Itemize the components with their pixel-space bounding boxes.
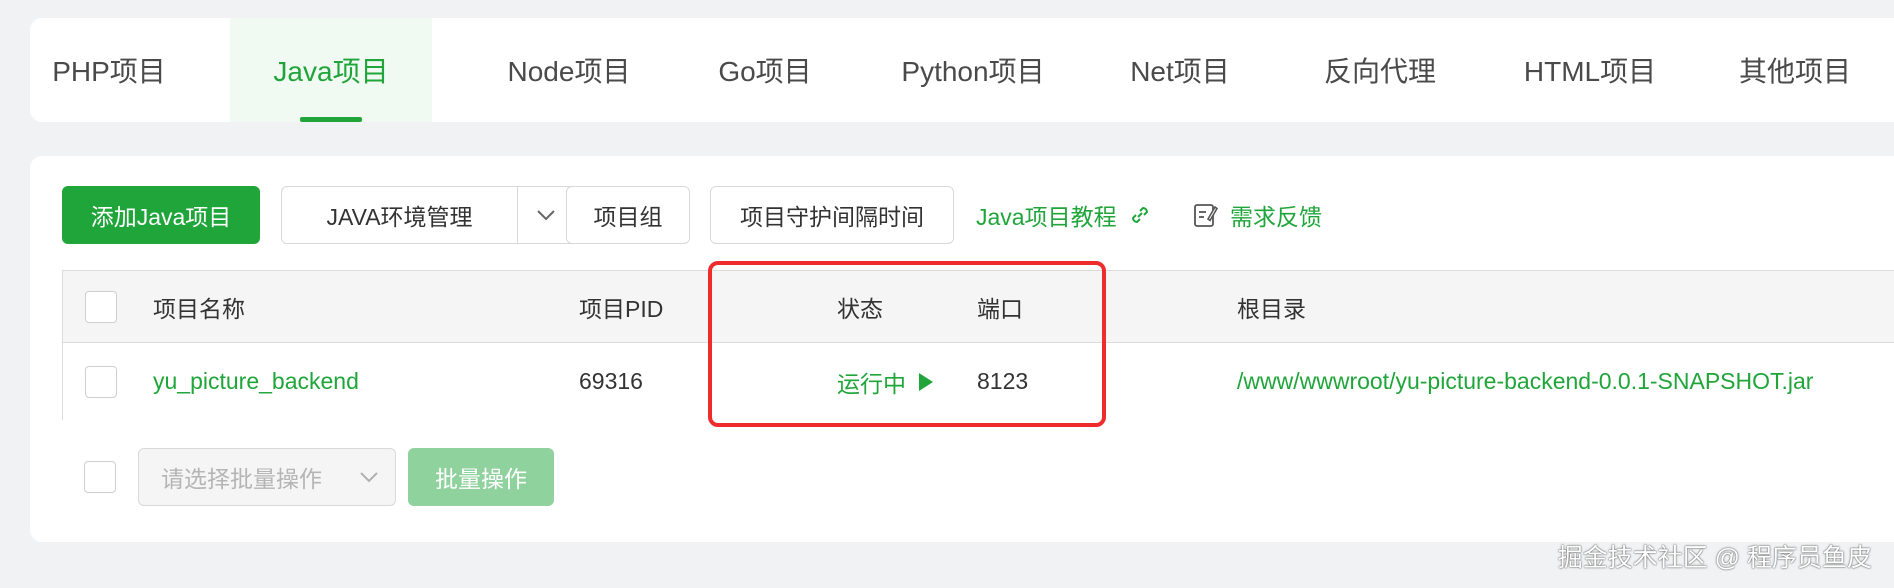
button-label: 批量操作	[435, 466, 527, 492]
project-list-panel: 添加Java项目 JAVA环境管理 项目组 项目守护间隔时间 Java项目教程	[30, 156, 1894, 542]
guard-interval-button[interactable]: 项目守护间隔时间	[710, 186, 954, 244]
header-name[interactable]: 项目名称	[153, 271, 245, 342]
page: PHP项目 Java项目 Node项目 Go项目 Python项目 Net项目 …	[0, 0, 1894, 588]
active-tab-indicator	[300, 117, 362, 122]
row-select-cell	[85, 343, 117, 420]
feedback-link[interactable]: 需求反馈	[1192, 186, 1322, 244]
tab-label: HTML项目	[1523, 56, 1657, 87]
tab-java[interactable]: Java项目	[230, 18, 432, 122]
add-java-project-button[interactable]: 添加Java项目	[62, 186, 260, 244]
tab-label: Node项目	[507, 56, 631, 87]
project-pid: 69316	[579, 368, 643, 394]
edit-note-icon	[1194, 204, 1218, 227]
header-status: 状态	[837, 295, 883, 322]
tab-other[interactable]: 其他项目	[1700, 18, 1890, 122]
button-label: 项目组	[593, 204, 663, 230]
batch-checkbox[interactable]	[84, 461, 116, 493]
project-port: 8123	[977, 368, 1029, 394]
watermark: 掘金技术社区 @ 程序员鱼皮	[1557, 544, 1872, 572]
header-pid: 项目PID	[579, 295, 664, 322]
project-status[interactable]: 运行中	[837, 343, 936, 420]
link-icon	[1131, 206, 1148, 224]
tab-label: Net项目	[1130, 56, 1230, 87]
java-env-button[interactable]: JAVA环境管理	[282, 187, 518, 243]
header-port: 端口	[977, 295, 1023, 322]
table-header: 项目名称 项目PID 状态 端口 根目录	[63, 271, 1894, 343]
batch-select-all-cell	[84, 461, 116, 493]
tab-label: Java项目	[273, 56, 389, 87]
table-row: yu_picture_backend 69316 运行中 8123 /www/w…	[63, 343, 1894, 420]
tab-label: Go项目	[718, 56, 812, 87]
project-type-tabs: PHP项目 Java项目 Node项目 Go项目 Python项目 Net项目 …	[30, 18, 1894, 122]
tab-python[interactable]: Python项目	[860, 18, 1086, 122]
select-placeholder: 请选择批量操作	[161, 466, 322, 492]
project-group-button[interactable]: 项目组	[566, 186, 690, 244]
batch-operation-select[interactable]: 请选择批量操作	[138, 448, 396, 506]
chevron-down-icon	[360, 472, 378, 483]
tab-label: 反向代理	[1323, 56, 1436, 87]
tab-html[interactable]: HTML项目	[1480, 18, 1700, 122]
batch-operation-button[interactable]: 批量操作	[408, 448, 554, 506]
link-label: Java项目教程	[976, 204, 1117, 230]
tab-label: Python项目	[901, 56, 1045, 87]
tab-label: PHP项目	[52, 56, 166, 87]
tab-reverse-proxy[interactable]: 反向代理	[1280, 18, 1480, 122]
java-env-dropdown-button: JAVA环境管理	[281, 186, 575, 244]
row-checkbox[interactable]	[85, 365, 117, 398]
play-icon	[919, 372, 933, 391]
status-text: 运行中	[837, 370, 906, 397]
tab-node[interactable]: Node项目	[460, 18, 678, 122]
tab-php[interactable]: PHP项目	[30, 18, 188, 122]
select-all-cell	[85, 271, 117, 342]
tab-net[interactable]: Net项目	[1090, 18, 1270, 122]
select-all-checkbox[interactable]	[85, 290, 117, 323]
project-root-link[interactable]: /www/wwwroot/yu-picture-backend-0.0.1-SN…	[1237, 343, 1813, 420]
java-tutorial-link[interactable]: Java项目教程	[976, 186, 1153, 244]
link-label: 需求反馈	[1230, 204, 1322, 230]
button-label: JAVA环境管理	[326, 204, 473, 230]
chevron-down-icon	[537, 210, 555, 221]
project-table: 项目名称 项目PID 状态 端口 根目录 yu_picture_backend …	[62, 270, 1894, 420]
button-label: 项目守护间隔时间	[740, 204, 924, 230]
tab-go[interactable]: Go项目	[680, 18, 850, 122]
button-label: 添加Java项目	[90, 204, 232, 230]
header-root: 根目录	[1237, 295, 1306, 322]
project-name-link[interactable]: yu_picture_backend	[153, 343, 359, 420]
tab-label: 其他项目	[1738, 56, 1851, 87]
